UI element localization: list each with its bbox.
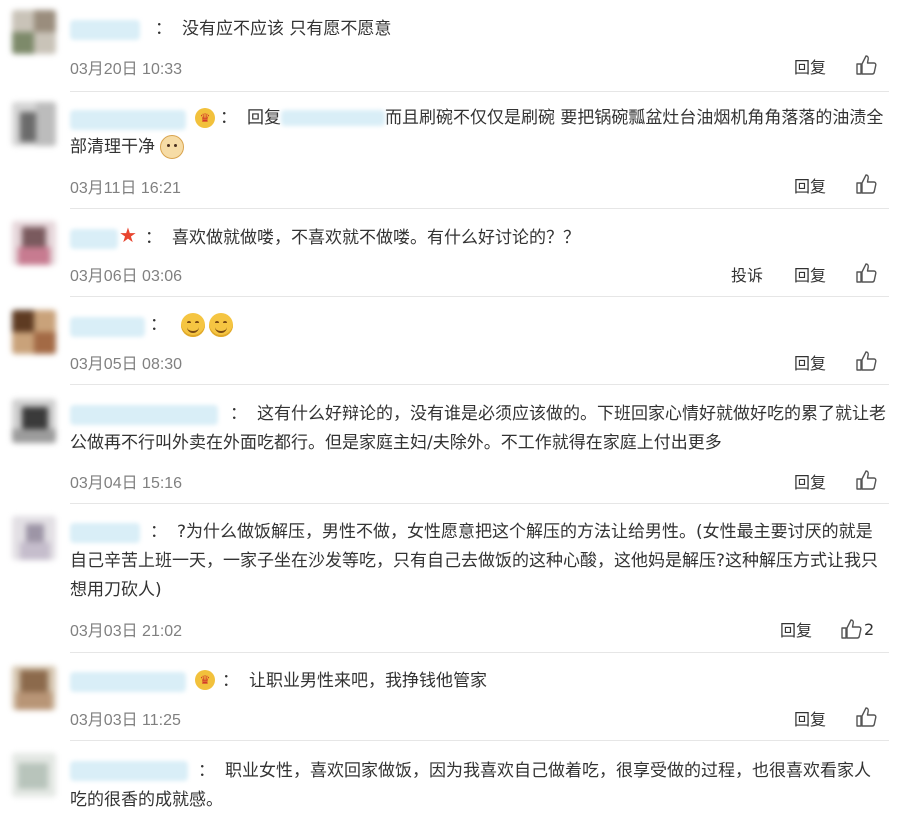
avatar[interactable] — [12, 102, 56, 146]
comment: ♛ ： 让职业男性来吧，我挣钱他管家 03月03日 11:25 回复 — [0, 653, 924, 741]
comment-text: ： ?为什么做饭解压，男性不做，女性愿意把这个解压的方法让给男性。(女性最主要讨厌… — [70, 518, 886, 605]
comment-time: 03月05日 08:30 — [70, 356, 183, 373]
comment-text: ： 回复 而且刷碗不仅仅是刷碗 要把锅碗瓢盆灶台油烟机角角落落的油渍全部清理干净 — [70, 104, 886, 162]
reply-button[interactable]: 回复 — [794, 469, 826, 493]
comment-body: 这有什么好辩论的，没有谁是必须应该做的。下班回家心情好就做好吃的累了就让老公做再… — [70, 404, 886, 453]
comment-time: 03月11日 16:21 — [70, 180, 181, 197]
colon: ： — [220, 108, 237, 128]
reply-button[interactable]: 回复 — [794, 54, 826, 78]
like-count: 2 — [864, 620, 875, 639]
colon: ： — [155, 19, 172, 39]
avatar[interactable] — [12, 753, 56, 797]
comment: ： 03月05日 08:30 回复 — [0, 297, 924, 385]
comment-text: ： 没有应不应该 只有愿不愿意 — [155, 15, 886, 44]
doge-emoji-icon — [160, 135, 185, 159]
comment: ：这有什么好辩论的，没有谁是必须应该做的。下班回家心情好就做好吃的累了就让老公做… — [0, 385, 924, 504]
username[interactable] — [70, 229, 118, 249]
comment: ★ ： 喜欢做就做喽，不喜欢就不做喽。有什么好讨论的？？ 03月06日 03:06… — [0, 209, 924, 297]
comment-time: 03月20日 10:33 — [70, 61, 183, 78]
star-badge-icon: ★ — [119, 223, 137, 247]
username[interactable] — [70, 317, 145, 337]
thumbs-up-icon[interactable] — [855, 469, 877, 491]
avatar[interactable] — [12, 10, 56, 54]
smile-emoji-icon — [209, 313, 233, 337]
comment: ：职业女性，喜欢回家做饭，因为我喜欢自己做着吃，很享受做的过程，也很喜欢看家人吃… — [0, 741, 924, 815]
comment-text: ： — [150, 311, 886, 340]
reply-button[interactable]: 回复 — [794, 173, 826, 197]
reply-button[interactable]: 回复 — [794, 262, 826, 286]
avatar[interactable] — [12, 516, 56, 560]
comment-time: 03月03日 21:02 — [70, 623, 183, 640]
comment-time: 03月03日 11:25 — [70, 712, 181, 729]
report-button[interactable]: 投诉 — [731, 262, 763, 286]
avatar[interactable] — [12, 221, 56, 265]
avatar[interactable] — [12, 399, 56, 443]
thumbs-up-icon[interactable] — [855, 54, 877, 76]
colon: ： — [150, 315, 167, 335]
reply-button[interactable]: 回复 — [794, 350, 826, 374]
thumbs-up-icon[interactable] — [840, 618, 862, 640]
comment-body: 没有应不应该 只有愿不愿意 — [182, 19, 392, 39]
colon: ： — [145, 228, 162, 248]
comment: ♛ ：回复 而且刷碗不仅仅是刷碗 要把锅碗瓢盆灶台油烟机角角落落的油渍全部清理干净… — [0, 92, 924, 209]
reply-button[interactable]: 回复 — [780, 617, 812, 641]
mention-link[interactable] — [281, 110, 385, 126]
crown-badge-icon: ♛ — [195, 670, 215, 690]
thumbs-up-icon[interactable] — [855, 173, 877, 195]
username[interactable] — [70, 20, 140, 40]
colon: ： — [222, 671, 239, 691]
colon: ： — [230, 404, 247, 424]
comment: ： ?为什么做饭解压，男性不做，女性愿意把这个解压的方法让给男性。(女性最主要讨厌… — [0, 504, 924, 653]
reply-prefix: 回复 — [247, 108, 281, 128]
comment-body: 而且刷碗不仅仅是刷碗 要把锅碗瓢盆灶台油烟机角角落落的油渍全部清理干净 — [70, 108, 884, 157]
comment-time: 03月04日 15:16 — [70, 475, 183, 492]
reply-button[interactable]: 回复 — [794, 706, 826, 730]
comment-text: ：职业女性，喜欢回家做饭，因为我喜欢自己做着吃，很享受做的过程，也很喜欢看家人吃… — [70, 757, 886, 815]
comment-text: ：这有什么好辩论的，没有谁是必须应该做的。下班回家心情好就做好吃的累了就让老公做… — [70, 400, 886, 458]
comment-body: 让职业男性来吧，我挣钱他管家 — [249, 671, 487, 691]
colon: ： — [198, 761, 215, 781]
thumbs-up-icon[interactable] — [855, 706, 877, 728]
comment: ： 没有应不应该 只有愿不愿意 03月20日 10:33 回复 — [0, 0, 924, 92]
comment-body: ?为什么做饭解压，男性不做，女性愿意把这个解压的方法让给男性。(女性最主要讨厌的… — [70, 522, 879, 600]
comment-time: 03月06日 03:06 — [70, 268, 183, 285]
comment-text: ： 让职业男性来吧，我挣钱他管家 — [222, 667, 886, 696]
smile-emoji-icon — [181, 313, 205, 337]
thumbs-up-icon[interactable] — [855, 262, 877, 284]
avatar[interactable] — [12, 310, 56, 354]
comment-text: ： 喜欢做就做喽，不喜欢就不做喽。有什么好讨论的？？ — [145, 224, 886, 253]
avatar[interactable] — [12, 666, 56, 710]
colon: ： — [150, 522, 167, 542]
comment-body: 职业女性，喜欢回家做饭，因为我喜欢自己做着吃，很享受做的过程，也很喜欢看家人吃的… — [70, 761, 871, 810]
comment-body: 喜欢做就做喽，不喜欢就不做喽。有什么好讨论的？？ — [172, 228, 580, 248]
thumbs-up-icon[interactable] — [855, 350, 877, 372]
username[interactable] — [70, 672, 186, 692]
